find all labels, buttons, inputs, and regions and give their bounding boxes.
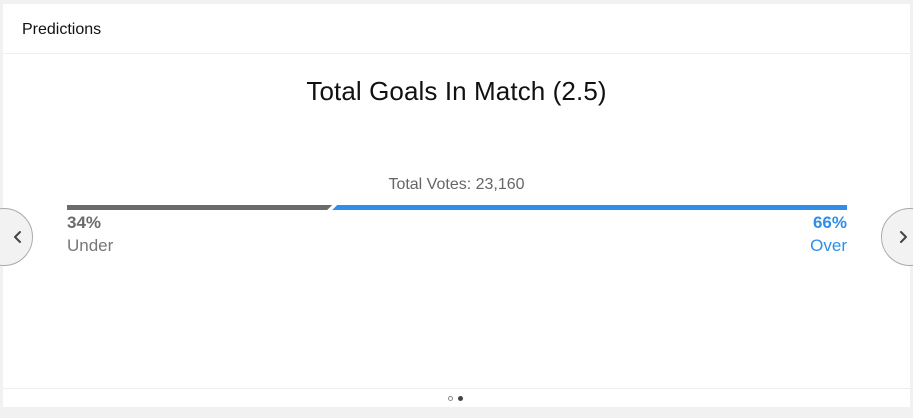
over-label: Over [810, 236, 847, 255]
next-button[interactable] [881, 208, 913, 266]
under-label: Under [67, 236, 114, 255]
chevron-left-icon [14, 231, 21, 243]
under-bar-segment [67, 205, 332, 210]
card-header-title: Predictions [22, 21, 102, 38]
total-votes: Total Votes: 23,160 [388, 176, 525, 193]
vote-split-bar [67, 205, 847, 210]
card-header: Predictions [3, 4, 910, 54]
pagination [3, 388, 910, 407]
under-percent: 34% [67, 213, 102, 232]
over-percent: 66% [812, 213, 847, 232]
predictions-card: Predictions Total Goals In Match (2.5) T… [0, 4, 913, 407]
previous-button[interactable] [0, 208, 33, 266]
chevron-right-icon [900, 231, 907, 243]
pagination-dot-2-active[interactable] [458, 396, 463, 401]
prediction-title: Total Goals In Match (2.5) [306, 76, 607, 106]
pagination-dot-1[interactable] [448, 396, 453, 401]
over-bar-segment [332, 205, 847, 210]
